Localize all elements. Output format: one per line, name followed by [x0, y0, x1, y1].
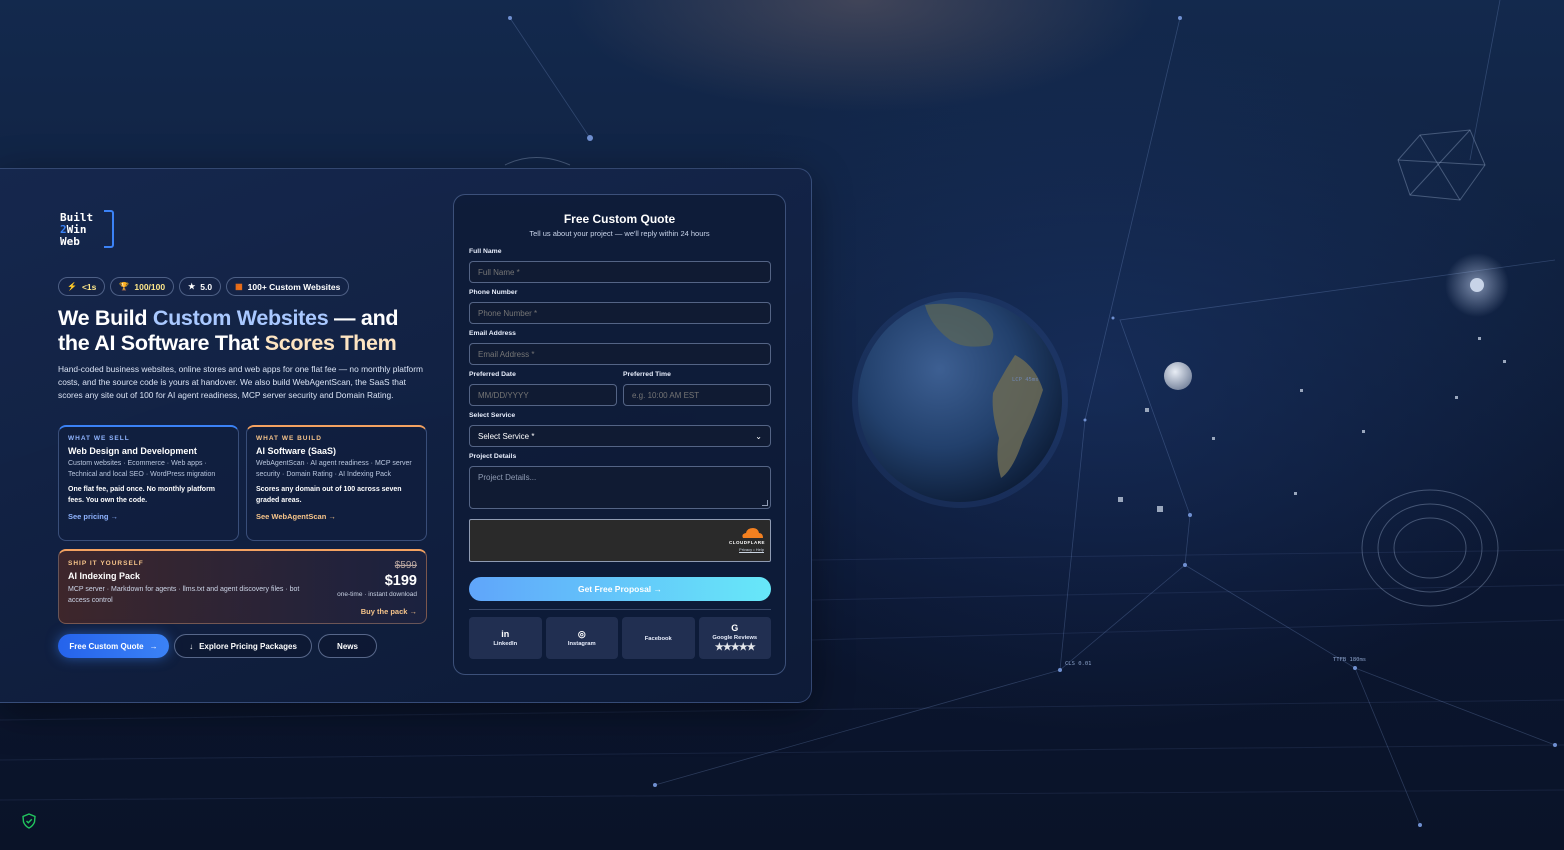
resize-handle-icon[interactable]	[762, 500, 768, 506]
card-eyebrow: WHAT WE SELL	[68, 435, 130, 442]
lightning-icon: ⚡	[67, 282, 77, 291]
grid-icon: ▦	[235, 282, 243, 291]
trophy-icon: 🏆	[119, 282, 130, 291]
star-icon: ★	[188, 282, 196, 291]
page-title: We Build Custom Websites — and the AI Sof…	[58, 306, 399, 355]
stats-badges: ⚡ <1s 🏆 100/100 ★ 5.0 ▦ 100+ Custom Websites	[58, 277, 350, 296]
lcp-readout: LCP 45ms	[1012, 377, 1039, 383]
card-pitch: Scores any domain out of 100 across seve…	[256, 486, 402, 504]
buy-pack-link[interactable]: Buy the pack →	[361, 607, 417, 616]
websites-badge: ▦ 100+ Custom Websites	[226, 277, 350, 296]
email-label: Email Address	[469, 330, 516, 337]
instagram-link[interactable]: ◎ Instagram	[545, 617, 618, 659]
brand-logo[interactable]: Built 2Win Web	[60, 210, 116, 254]
service-label: Select Service	[469, 412, 516, 419]
arrow-right-icon: →	[149, 641, 158, 651]
time-label: Preferred Time	[623, 371, 671, 378]
form-subtitle: Tell us about your project — we'll reply…	[529, 229, 710, 238]
divider	[469, 609, 771, 610]
linkedin-icon: in	[501, 629, 510, 639]
card-eyebrow: WHAT WE BUILD	[256, 435, 322, 442]
security-shield-icon[interactable]	[21, 813, 37, 829]
captcha-links[interactable]: Privacy • Help	[739, 547, 764, 552]
email-input[interactable]	[469, 343, 771, 365]
project-details-textarea[interactable]: Project Details...	[469, 466, 771, 509]
google-icon: G	[731, 623, 739, 633]
full-name-label: Full Name	[469, 248, 502, 255]
old-price: $599	[394, 560, 417, 571]
see-pricing-link[interactable]: See pricing →	[68, 512, 229, 521]
date-label: Preferred Date	[469, 371, 516, 378]
explore-pricing-button[interactable]: ↓ Explore Pricing Packages	[174, 634, 312, 658]
card-title: AI Software (SaaS)	[256, 446, 337, 456]
pack-features: MCP server · Markdown for agents · llms.…	[68, 586, 300, 604]
price-note: one-time · instant download	[337, 591, 417, 598]
instagram-icon: ◎	[577, 629, 586, 639]
chevron-down-icon: ⌄	[755, 431, 762, 441]
card-title: Web Design and Development	[68, 446, 197, 456]
phone-input[interactable]	[469, 302, 771, 324]
get-proposal-button[interactable]: Get Free Proposal →	[469, 577, 771, 601]
speed-badge: ⚡ <1s	[58, 277, 106, 296]
logo-bracket	[104, 210, 114, 248]
cloudflare-captcha[interactable]: CLOUDFLARE Privacy • Help	[469, 519, 771, 562]
ttfb-readout: TTFB 180ms	[1333, 657, 1367, 663]
date-input[interactable]	[469, 384, 617, 406]
score-badge: 🏆 100/100	[110, 277, 175, 296]
details-label: Project Details	[469, 453, 517, 460]
form-title: Free Custom Quote	[563, 212, 676, 226]
cls-readout: CLS 0.01	[1065, 661, 1092, 667]
google-reviews-link[interactable]: G Google Reviews ★★★★★	[698, 617, 771, 659]
hero-description: Hand-coded business websites, online sto…	[58, 364, 423, 400]
ai-indexing-pack-card: SHIP IT YOURSELF AI Indexing Pack MCP se…	[58, 549, 427, 624]
cloudflare-brand: CLOUDFLARE	[729, 540, 765, 545]
full-name-input[interactable]	[469, 261, 771, 283]
logo-wordmark: Built 2Win Web	[60, 211, 94, 248]
card-services: Custom websites · Ecommerce · Web apps ·…	[68, 460, 216, 478]
cloudflare-cloud-icon	[742, 528, 763, 538]
ai-software-card: WHAT WE BUILD AI Software (SaaS) WebAgen…	[246, 425, 427, 541]
card-services: WebAgentScan · AI agent readiness · MCP …	[256, 460, 412, 478]
social-links: in LinkedIn ◎ Instagram Facebook G Google R…	[469, 617, 771, 659]
rating-stars: ★★★★★	[714, 642, 756, 653]
pack-eyebrow: SHIP IT YOURSELF	[68, 560, 144, 567]
rating-badge: ★ 5.0	[179, 277, 222, 296]
free-quote-button[interactable]: Free Custom Quote →	[58, 634, 169, 658]
current-price: $199	[384, 573, 417, 589]
card-pitch: One flat fee, paid once. No monthly plat…	[68, 486, 216, 504]
news-button[interactable]: News	[318, 634, 377, 658]
pack-title: AI Indexing Pack	[68, 571, 141, 581]
phone-label: Phone Number	[469, 289, 518, 296]
linkedin-link[interactable]: in LinkedIn	[469, 617, 542, 659]
facebook-link[interactable]: Facebook	[622, 617, 695, 659]
quote-form: Free Custom Quote Tell us about your pro…	[453, 194, 786, 675]
time-input[interactable]	[623, 384, 771, 406]
service-select[interactable]: Select Service * ⌄	[469, 425, 771, 447]
web-design-card: WHAT WE SELL Web Design and Development …	[58, 425, 239, 541]
arrow-down-icon: ↓	[189, 641, 194, 651]
see-webagentscan-link[interactable]: See WebAgentScan →	[256, 512, 417, 521]
